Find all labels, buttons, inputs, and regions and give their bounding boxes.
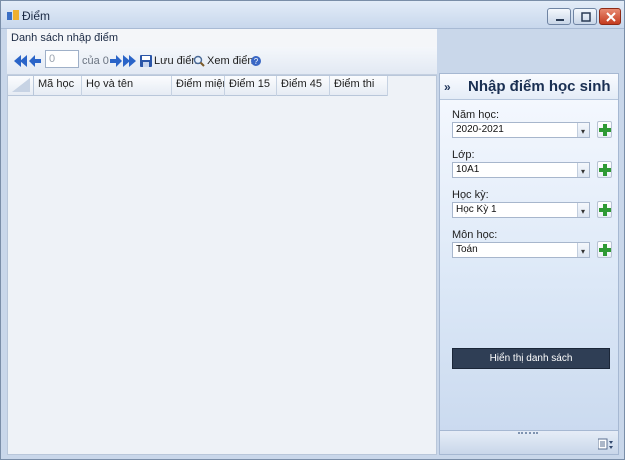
grade-list-pane: Danh sách nhập điểm 0 của 0 Lưu điểm Xem… <box>7 29 437 455</box>
grades-grid[interactable]: Mã học Họ và tên Điểm miệng Điểm 15 Điểm… <box>7 75 437 455</box>
main-window: Điểm Danh sách nhập điểm 0 của 0 Lưu điể… <box>0 0 625 460</box>
semester-select[interactable]: Học Kỳ 1 ▾ <box>452 202 590 218</box>
close-icon <box>606 12 616 22</box>
section-label: Danh sách nhập điểm <box>11 32 119 44</box>
maximize-icon <box>581 12 591 22</box>
resize-grip-icon[interactable] <box>518 432 538 435</box>
dropdown-arrow-icon[interactable]: ▾ <box>577 203 589 217</box>
minimize-icon <box>556 19 564 21</box>
plus-icon <box>599 244 611 256</box>
subject-value: Toán <box>456 244 478 255</box>
school-year-value: 2020-2021 <box>456 124 504 135</box>
dropdown-arrow-icon[interactable]: ▾ <box>577 163 589 177</box>
plus-icon <box>599 124 611 136</box>
last-page-icon[interactable] <box>123 51 137 71</box>
close-button[interactable] <box>599 8 621 25</box>
toolbar: 0 của 0 Lưu điểm Xem điểm ? <box>7 47 437 75</box>
next-page-icon[interactable] <box>109 51 123 71</box>
first-page-icon[interactable] <box>13 51 27 71</box>
panel-header: » Nhập điểm học sinh <box>440 74 618 100</box>
plus-icon <box>599 204 611 216</box>
grid-header: Mã học Họ và tên Điểm miệng Điểm 15 Điểm… <box>8 76 388 96</box>
magnifier-icon <box>193 55 205 67</box>
class-select[interactable]: 10A1 ▾ <box>452 162 590 178</box>
grade-entry-panel: » Nhập điểm học sinh Năm học: 2020-2021 … <box>439 73 619 455</box>
corner-triangle-icon <box>12 78 30 92</box>
maximize-button[interactable] <box>573 8 597 25</box>
column-header-ho-va-ten[interactable]: Họ và tên <box>82 76 172 96</box>
save-grades-button[interactable]: Lưu điểm <box>140 51 201 71</box>
semester-label: Học kỳ: <box>452 189 489 201</box>
page-number-input[interactable]: 0 <box>45 50 79 68</box>
column-header-ma-hoc[interactable]: Mã học <box>34 76 82 96</box>
grid-corner-select-all[interactable] <box>8 76 34 96</box>
add-school-year-button[interactable] <box>597 121 612 138</box>
page-total-label: của 0 <box>82 55 109 67</box>
view-grades-button[interactable]: Xem điểm <box>193 51 257 71</box>
panel-options-icon[interactable] <box>598 438 614 450</box>
semester-value: Học Kỳ 1 <box>456 204 497 215</box>
collapse-panel-icon[interactable]: » <box>444 80 451 94</box>
show-list-button[interactable]: Hiển thị danh sách <box>452 348 610 369</box>
column-header-diem-15[interactable]: Điểm 15 <box>225 76 277 96</box>
dropdown-arrow-icon[interactable]: ▾ <box>577 123 589 137</box>
help-icon[interactable]: ? <box>250 51 262 71</box>
add-subject-button[interactable] <box>597 241 612 258</box>
window-title: Điểm <box>22 9 51 23</box>
class-label: Lớp: <box>452 149 475 161</box>
minimize-button[interactable] <box>547 8 571 25</box>
subject-label: Môn học: <box>452 229 498 241</box>
plus-icon <box>599 164 611 176</box>
class-value: 10A1 <box>456 164 480 175</box>
svg-text:?: ? <box>254 57 259 66</box>
school-year-label: Năm học: <box>452 109 500 121</box>
subject-select[interactable]: Toán ▾ <box>452 242 590 258</box>
column-header-diem-thi[interactable]: Điểm thi <box>330 76 388 96</box>
column-header-diem-mieng[interactable]: Điểm miệng <box>172 76 225 96</box>
dropdown-arrow-icon[interactable]: ▾ <box>577 243 589 257</box>
add-semester-button[interactable] <box>597 201 612 218</box>
school-year-select[interactable]: 2020-2021 ▾ <box>452 122 590 138</box>
app-icon <box>7 10 19 20</box>
column-header-diem-45[interactable]: Điểm 45 <box>277 76 330 96</box>
prev-page-icon[interactable] <box>28 51 42 71</box>
save-icon <box>140 55 152 67</box>
title-bar: Điểm <box>1 1 624 29</box>
add-class-button[interactable] <box>597 161 612 178</box>
panel-title: Nhập điểm học sinh <box>468 78 611 95</box>
